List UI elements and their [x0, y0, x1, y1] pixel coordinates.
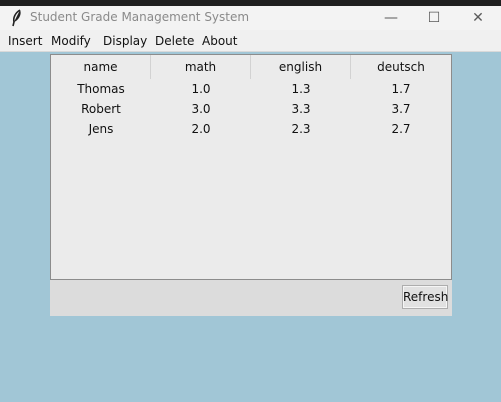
close-button[interactable]: ✕ [456, 6, 500, 30]
grades-table[interactable]: name math english deutsch Thomas 1.0 1.3… [50, 54, 452, 280]
table-row[interactable]: Robert 3.0 3.3 3.7 [51, 99, 451, 119]
column-header-name[interactable]: name [51, 55, 151, 79]
table-header: name math english deutsch [51, 55, 451, 79]
cell-english: 3.3 [291, 102, 311, 116]
cell-math: 3.0 [191, 102, 211, 116]
menu-delete[interactable]: Delete [155, 34, 194, 48]
window-title: Student Grade Management System [30, 10, 250, 24]
cell-deutsch: 2.7 [391, 122, 411, 136]
menu-insert[interactable]: Insert [8, 34, 42, 48]
column-header-deutsch[interactable]: deutsch [351, 55, 451, 79]
main-panel: name math english deutsch Thomas 1.0 1.3… [50, 54, 452, 316]
cell-english: 2.3 [291, 122, 311, 136]
menu-modify[interactable]: Modify [51, 34, 91, 48]
feather-icon [12, 9, 21, 27]
minimize-button[interactable]: — [369, 6, 413, 30]
cell-name: Robert [81, 102, 121, 116]
table-row[interactable]: Jens 2.0 2.3 2.7 [51, 119, 451, 139]
menu-display[interactable]: Display [103, 34, 147, 48]
cell-math: 1.0 [191, 82, 211, 96]
menu-about[interactable]: About [202, 34, 237, 48]
cell-name: Jens [88, 122, 114, 136]
column-header-math[interactable]: math [151, 55, 251, 79]
column-header-english[interactable]: english [251, 55, 351, 79]
cell-math: 2.0 [191, 122, 211, 136]
cell-deutsch: 3.7 [391, 102, 411, 116]
menu-divider [0, 51, 501, 52]
button-bar: Refresh [50, 280, 452, 316]
menu-bar: Insert Modify Display Delete About [0, 30, 501, 51]
table-row[interactable]: Thomas 1.0 1.3 1.7 [51, 79, 451, 99]
title-bar[interactable]: Student Grade Management System — ☐ ✕ [0, 6, 501, 30]
cell-english: 1.3 [291, 82, 311, 96]
cell-name: Thomas [77, 82, 125, 96]
maximize-button[interactable]: ☐ [412, 6, 456, 30]
refresh-button[interactable]: Refresh [402, 285, 448, 309]
cell-deutsch: 1.7 [391, 82, 411, 96]
